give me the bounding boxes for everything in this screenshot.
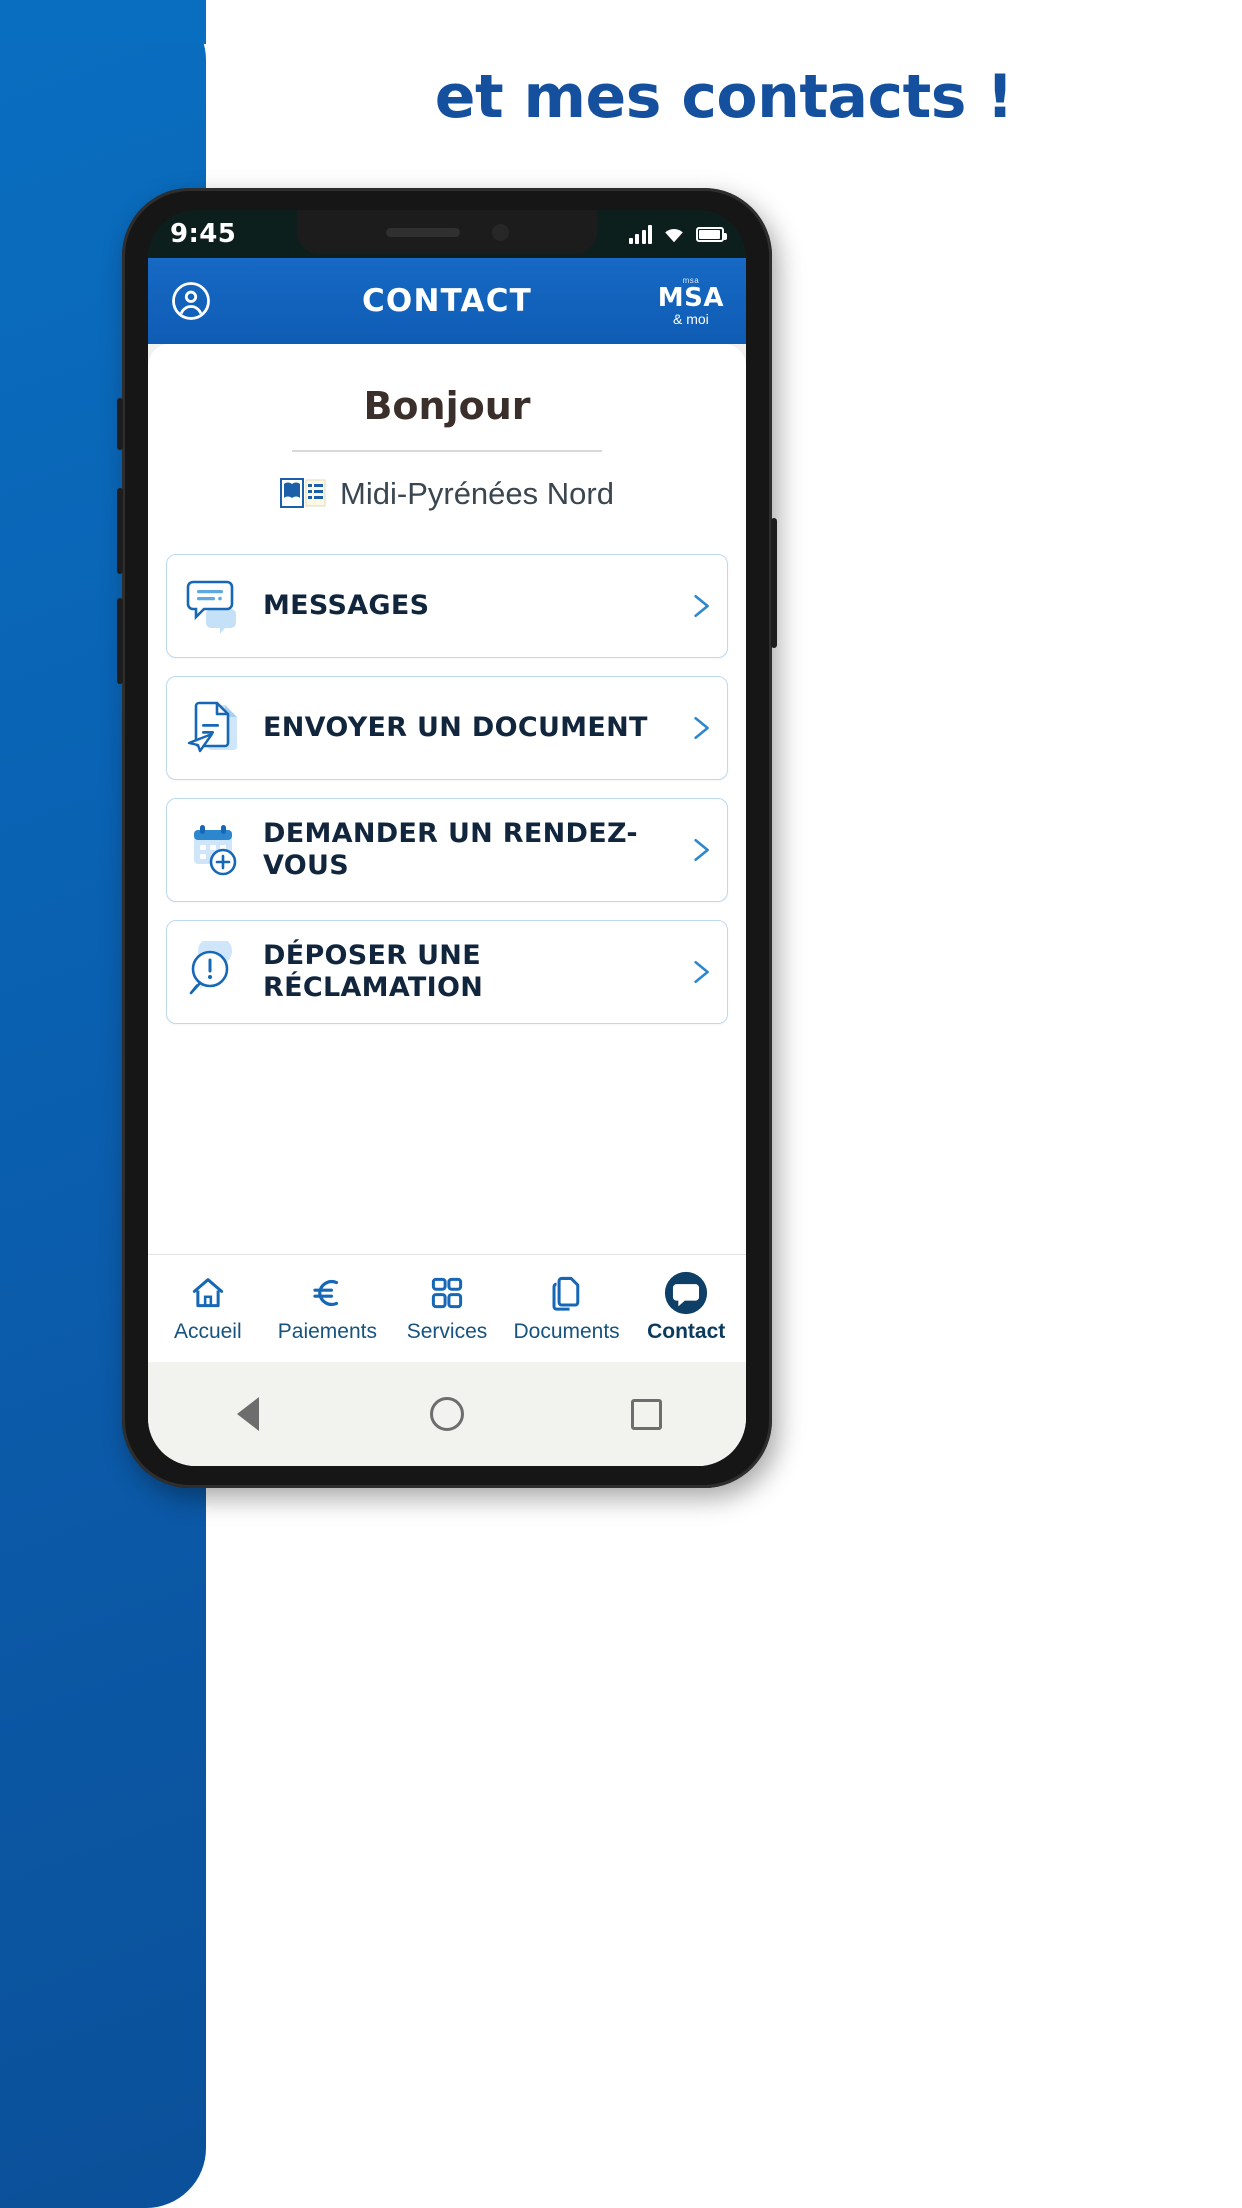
complaint-bubble-icon: [185, 936, 249, 1003]
status-icon-group: [628, 224, 727, 244]
menu-card-list: MESSAGES ENVOYER UN DOCUMENT DEMANDER UN…: [148, 554, 746, 1024]
chevron-right-icon[interactable]: [687, 832, 713, 868]
euro-icon: [308, 1273, 346, 1313]
nav-label: Accueil: [173, 1320, 242, 1343]
page-headline: et mes contacts !: [434, 62, 1014, 132]
battery-icon: [696, 226, 727, 242]
android-system-navigation: [148, 1362, 746, 1466]
menu-card-label: DÉPOSER UNE RÉCLAMATION: [263, 940, 484, 1003]
content-sheet: Bonjour Midi-Pyrénées Nord MESSAGES ENVO…: [148, 344, 746, 1362]
region-label: Midi-Pyrénées Nord: [340, 476, 614, 511]
signal-bars-icon: [628, 224, 652, 244]
blue-panel-top-square: [0, 0, 206, 44]
phone-notch: [297, 210, 597, 254]
chat-bubbles-icon: [185, 575, 249, 637]
menu-card-label: DEMANDER UN RENDEZ-VOUS: [263, 818, 638, 881]
earpiece-speaker-icon: [385, 227, 460, 237]
greeting-title: Bonjour: [363, 384, 531, 428]
msa-moi-logo[interactable]: msa MSA & moi: [657, 275, 724, 327]
greeting-divider: [292, 450, 602, 452]
chevron-right-icon[interactable]: [687, 588, 713, 624]
account-circle-icon[interactable]: [170, 280, 212, 322]
menu-card-file-complaint[interactable]: DÉPOSER UNE RÉCLAMATION: [166, 920, 728, 1024]
back-triangle-icon[interactable]: [225, 1391, 271, 1437]
nav-label: Services: [406, 1320, 488, 1343]
grid-icon: [428, 1273, 466, 1313]
nav-item-services[interactable]: Services: [391, 1273, 503, 1344]
menu-card-messages[interactable]: MESSAGES: [166, 554, 728, 658]
chat-icon: [663, 1271, 709, 1315]
phone-volume-up-button: [117, 488, 123, 574]
region-row: Midi-Pyrénées Nord: [148, 476, 746, 512]
front-camera-icon: [491, 223, 509, 241]
chevron-right-icon[interactable]: [687, 954, 713, 990]
menu-card-label: ENVOYER UN DOCUMENT: [263, 712, 648, 744]
phone-volume-down-button: [117, 598, 123, 684]
nav-label: Contact: [647, 1320, 726, 1343]
menu-card-send-document[interactable]: ENVOYER UN DOCUMENT: [166, 676, 728, 780]
wifi-icon: [665, 228, 683, 242]
msa-logo-sub: & moi: [672, 310, 709, 327]
nav-item-paiements[interactable]: Paiements: [271, 1273, 383, 1344]
menu-card-request-appointment[interactable]: DEMANDER UN RENDEZ-VOUS: [166, 798, 728, 902]
phone-screen: 9:45 CONTACT msa MSA & moi Bonjour Midi-…: [148, 210, 746, 1466]
bottom-navigation: Accueil Paiements Services Documents Con…: [148, 1254, 746, 1362]
nav-item-contact[interactable]: Contact: [630, 1271, 742, 1344]
app-header: CONTACT msa MSA & moi: [148, 258, 746, 344]
recents-square-icon[interactable]: [623, 1391, 669, 1437]
app-title: CONTACT: [361, 283, 533, 319]
nav-item-accueil[interactable]: Accueil: [152, 1273, 264, 1344]
phone-mute-switch: [117, 398, 123, 450]
phone-power-button: [771, 518, 777, 648]
nav-label: Documents: [513, 1320, 620, 1343]
msa-logo-tiny: msa: [682, 275, 700, 285]
screenshot-root: et mes contacts ! 9:45 CONTACT msa MSA &…: [0, 0, 1242, 2208]
nav-item-documents[interactable]: Documents: [511, 1273, 623, 1344]
send-document-icon: [185, 697, 249, 759]
calendar-add-icon: [185, 819, 249, 881]
nav-label: Paiements: [277, 1320, 377, 1343]
chevron-right-icon[interactable]: [687, 710, 713, 746]
home-circle-icon[interactable]: [424, 1391, 470, 1437]
menu-card-label: MESSAGES: [263, 590, 430, 622]
phone-mockup: 9:45 CONTACT msa MSA & moi Bonjour Midi-…: [117, 188, 777, 1488]
msa-logo-main: MSA: [657, 282, 724, 313]
status-clock: 9:45: [170, 219, 237, 249]
address-book-icon: [280, 478, 326, 508]
app-body: Bonjour Midi-Pyrénées Nord MESSAGES ENVO…: [148, 344, 746, 1466]
documents-icon: [548, 1273, 586, 1313]
home-icon: [189, 1273, 227, 1313]
